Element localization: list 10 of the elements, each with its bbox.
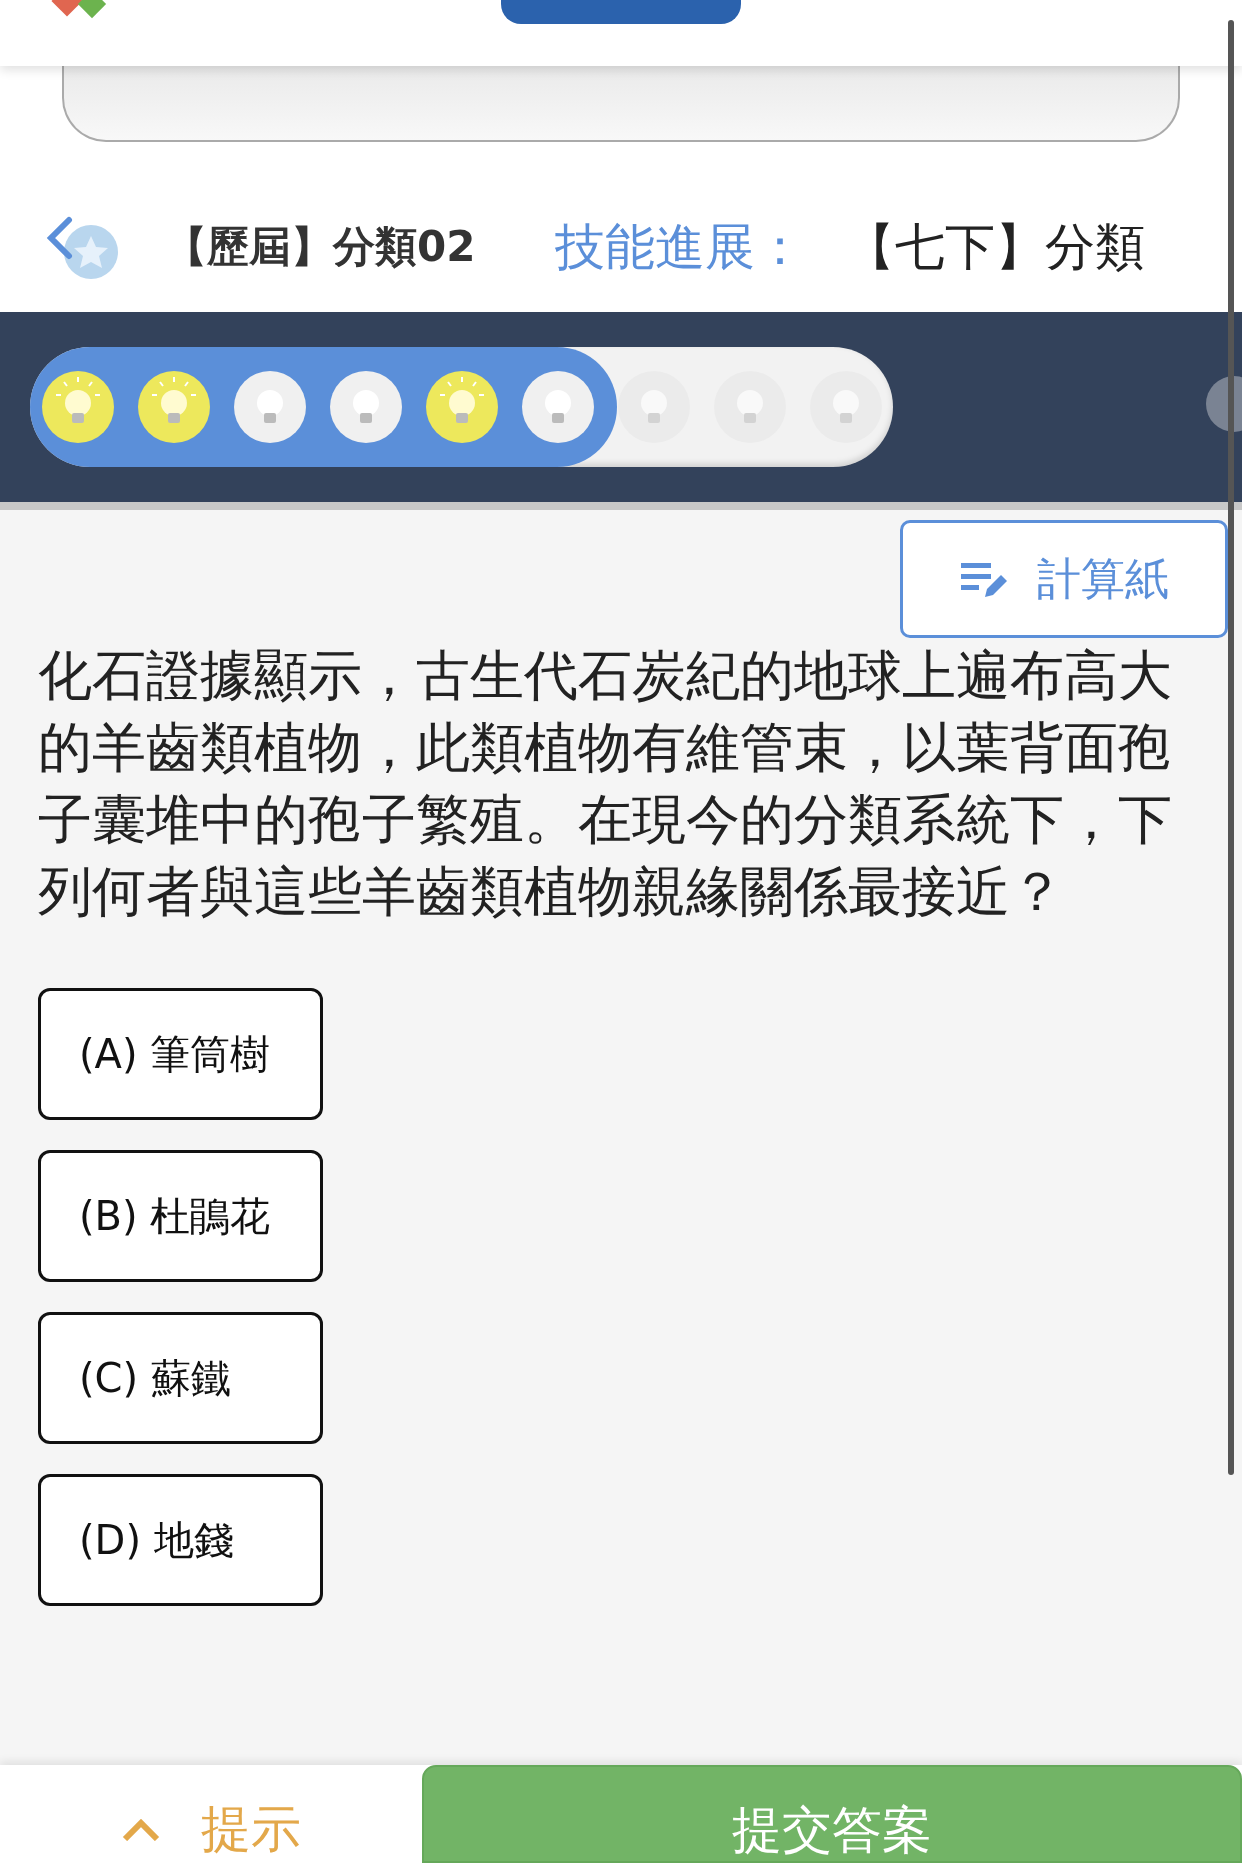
skill-name: 【七下】分類 [845,216,1146,278]
question-text: 化石證據顯示，古生代石炭紀的地球上遍布高大的羊齒類植物，此類植物有維管束，以葉背面孢子囊堆中的孢子繁殖。在現今的分類系統下，下列何者與這些羊齒類植物親緣關係最接近？ [38,643,1173,925]
answer-option[interactable]: (C) 蘇鐵 [38,1312,323,1444]
scrollbar[interactable] [1228,20,1234,1475]
progress-label: 技能進展： [555,216,806,278]
answer-option[interactable]: (B) 杜鵑花 [38,1150,323,1282]
lesson-title: 【歷屆】分類02 [165,221,476,273]
answer-option[interactable]: (D) 地錢 [38,1474,323,1606]
answer-option[interactable]: (A) 筆筒樹 [38,988,323,1120]
menu-button[interactable] [501,0,741,24]
